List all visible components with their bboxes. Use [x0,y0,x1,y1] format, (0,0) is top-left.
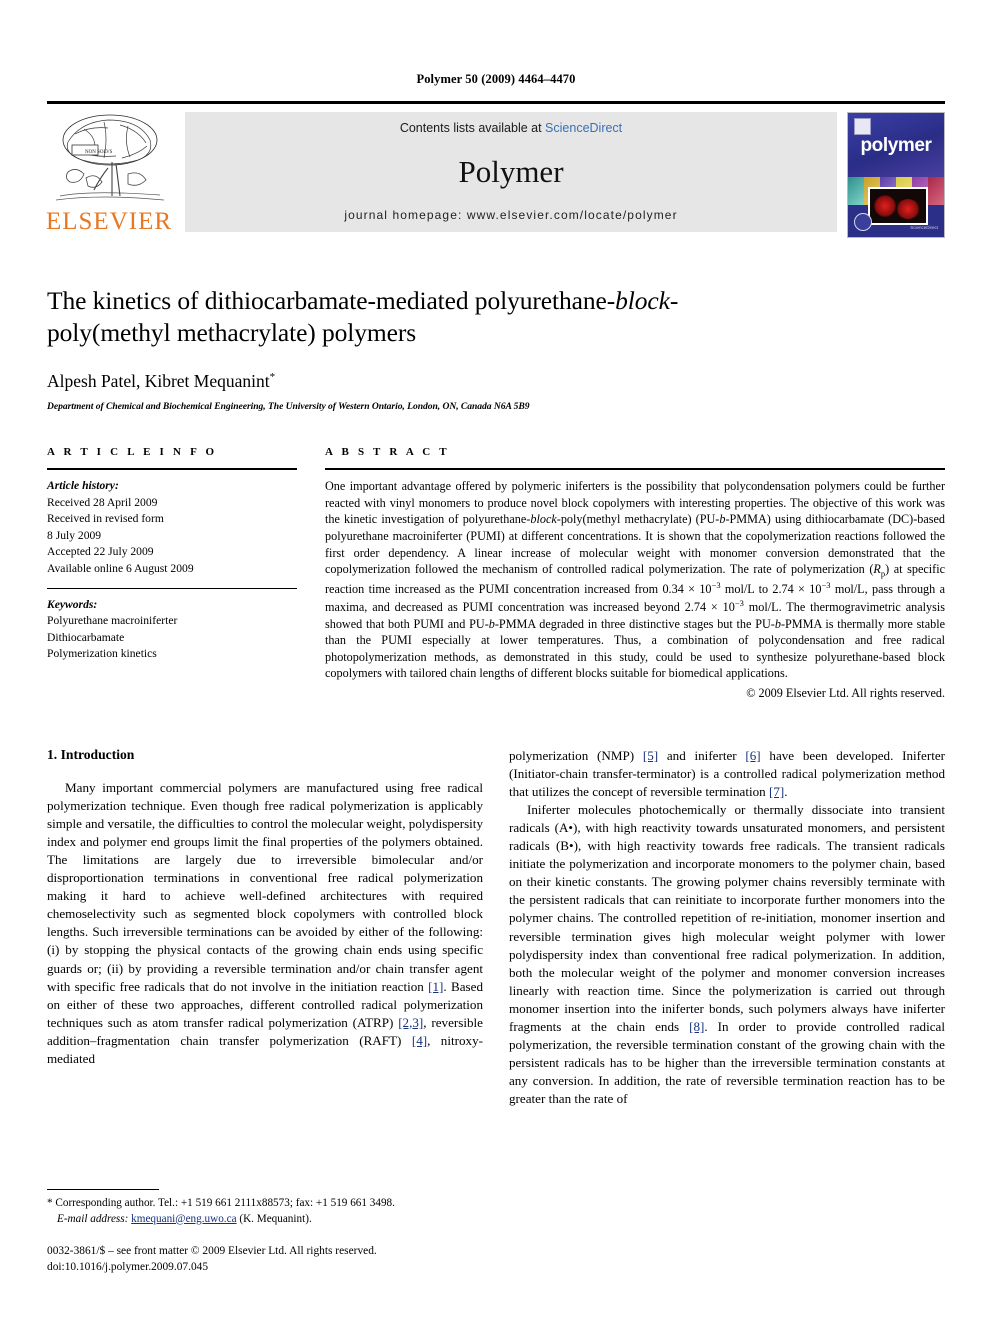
elsevier-wordmark: ELSEVIER [45,208,173,235]
title-line1-part: The kinetics of dithiocarbamate-mediated… [47,286,616,315]
keywords-label: Keywords: [47,597,98,611]
reference-link-8[interactable]: [8] [689,1019,704,1034]
intro-right-part-5: Iniferter molecules photochemically or t… [509,802,945,1034]
footer-doi-line[interactable]: doi:10.1016/j.polymer.2009.07.045 [47,1259,507,1275]
elsevier-tree-icon: NON SOLVS [50,112,168,208]
abstract-em-block: block [530,512,557,527]
abstract-part-2: -poly(methyl methacrylate) (PU- [556,512,720,527]
intro-paragraph-left: Many important commercial polymers are m… [47,779,483,1068]
intro-paragraph-right-2: Iniferter molecules photochemically or t… [509,801,945,1108]
section-heading-introduction: 1. Introduction [47,746,135,762]
abstract-heading: A B S T R A C T [325,446,450,459]
intro-paragraph-right-1: polymerization (NMP) [5] and iniferter [… [509,747,945,801]
reference-link-5[interactable]: [5] [643,748,658,763]
elsevier-logo: NON SOLVS ELSEVIER [45,112,173,235]
history-item-2: 8 July 2009 [47,528,102,542]
abstract-rule [325,468,945,471]
journal-homepage[interactable]: journal homepage: www.elsevier.com/locat… [344,208,677,222]
svg-text:NON SOLVS: NON SOLVS [85,150,113,155]
cover-anniversary-badge [854,213,872,231]
history-item-3: Accepted 22 July 2009 [47,545,154,559]
keywords-rule [47,587,297,589]
contents-list-line: Contents lists available at ScienceDirec… [400,121,622,135]
sciencedirect-link[interactable]: ScienceDirect [545,121,622,135]
cover-title-text: polymer [860,135,932,156]
keywords-list: Keywords: Polyurethane macroiniferter Di… [47,597,297,663]
abstract-text: One important advantage offered by polym… [325,478,945,682]
author-list: Alpesh Patel, Kibret Mequanint* [47,371,945,392]
keyword-1: Dithiocarbamate [47,630,125,644]
article-info-column: A R T I C L E I N F O Article history: R… [47,446,297,701]
footnote-text: * Corresponding author. Tel.: +1 519 661… [47,1195,480,1227]
journal-title: Polymer [458,154,564,189]
abstract-part-8: -PMMA degraded in three distinctive stag… [494,616,775,631]
running-head: Polymer 50 (2009) 4464–4470 [416,72,576,86]
cover-publisher-badge [854,118,871,135]
journal-masthead: NON SOLVS ELSEVIER Contents lists availa… [45,101,945,240]
reference-link-4[interactable]: [4] [412,1033,427,1048]
intro-right-part-4: . [784,784,788,800]
affiliation: Department of Chemical and Biochemical E… [47,401,530,413]
reference-link-2-3[interactable]: [2,3] [398,1015,423,1030]
footer-issn-line: 0032-3861/$ – see front matter © 2009 El… [47,1244,377,1257]
page-title: The kinetics of dithiocarbamate-mediated… [47,285,945,349]
footnote-divider [47,1188,159,1190]
keyword-0: Polyurethane macroiniferter [47,614,178,628]
email-address-label: E-mail address: [57,1212,129,1225]
journal-banner: Contents lists available at ScienceDirec… [185,112,837,232]
article-history: Article history: Received 28 April 2009 … [47,478,297,577]
page-footer: 0032-3861/$ – see front matter © 2009 El… [47,1243,507,1275]
title-block-word: block- [615,286,679,315]
article-info-heading: A R T I C L E I N F O [47,446,218,459]
right-column: polymerization (NMP) [5] and iniferter [… [509,747,945,1108]
corresponding-author-footnote: * Corresponding author. Tel.: +1 519 661… [47,1188,480,1227]
abstract-exponent-2: −3 [821,580,831,591]
title-block: The kinetics of dithiocarbamate-mediated… [47,285,945,412]
abstract-exponent-1: −3 [711,580,721,591]
reference-link-1[interactable]: [1] [428,979,443,994]
intro-right-part-1: polymerization (NMP) [509,747,643,763]
title-line2: poly(methyl methacrylate) polymers [47,318,417,348]
abstract-rate-symbol: R [873,562,881,577]
history-item-1: Received in revised form [47,512,164,526]
email-link[interactable]: kmequani@eng.uwo.ca [131,1213,236,1225]
history-item-4: Available online 6 August 2009 [47,561,194,575]
footnote-contact: Corresponding author. Tel.: +1 519 661 2… [52,1196,395,1209]
keyword-2: Polymerization kinetics [47,647,157,661]
info-abstract-section: A R T I C L E I N F O Article history: R… [47,446,945,701]
cover-footer-text: ScienceDirect [910,224,938,230]
reference-link-6[interactable]: [6] [745,748,760,763]
corresponding-author-marker: * [269,371,276,384]
abstract-part-5: mol/L to 2.74 × 10 [720,582,822,597]
journal-article-page: Polymer 50 (2009) 4464–4470 NON SOLVS EL… [0,0,992,1323]
body-columns: 1. Introduction Many important commercia… [47,747,945,1108]
author-names: Alpesh Patel, Kibret Mequanint [47,371,270,392]
abstract-exponent-3: −3 [734,597,744,608]
footnote-email-suffix: (K. Mequanint). [236,1212,312,1225]
article-info-rule [47,468,297,471]
abstract-column: A B S T R A C T One important advantage … [325,446,945,701]
intro-left-part-1: Many important commercial polymers are m… [47,779,483,994]
intro-right-part-2: and iniferter [658,747,746,763]
left-column: 1. Introduction Many important commercia… [47,747,483,1108]
cover-inset-image [868,187,928,226]
journal-cover-thumbnail: polymer ScienceDirect [847,112,945,238]
article-history-label: Article history: [47,479,119,493]
contents-prefix: Contents lists available at [399,121,546,135]
reference-link-7[interactable]: [7] [769,784,784,799]
abstract-copyright: © 2009 Elsevier Ltd. All rights reserved… [746,685,945,700]
history-item-0: Received 28 April 2009 [47,495,158,509]
